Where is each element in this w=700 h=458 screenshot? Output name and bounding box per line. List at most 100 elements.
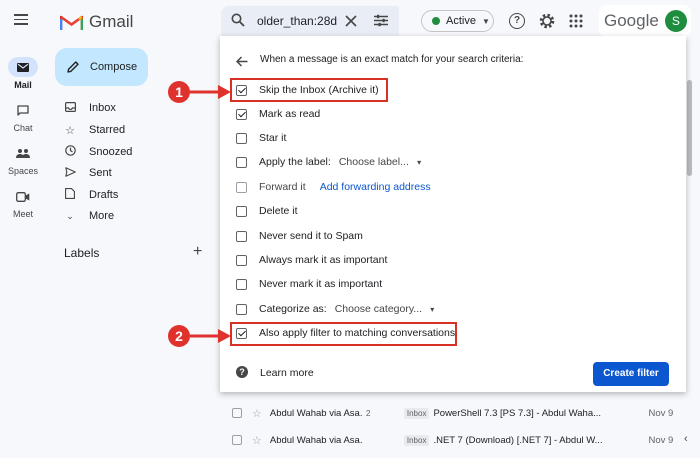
sidebar-item-snoozed[interactable]: Snoozed xyxy=(62,142,132,162)
search-input[interactable]: older_than:28d xyxy=(257,14,337,28)
option-mark-read[interactable]: Mark as read xyxy=(236,105,320,123)
avatar: S xyxy=(664,10,687,32)
never-important-checkbox[interactable] xyxy=(236,278,247,290)
email-tag: Inbox xyxy=(403,407,430,419)
email-tag: Inbox xyxy=(403,434,430,446)
row-checkbox[interactable] xyxy=(232,408,242,418)
search-bar[interactable]: older_than:28d xyxy=(221,6,399,37)
draft-icon xyxy=(62,188,78,202)
email-date: Nov 9 xyxy=(648,407,674,419)
delete-checkbox[interactable] xyxy=(236,205,247,217)
status-button[interactable]: Active ▼ xyxy=(421,10,494,32)
always-important-checkbox[interactable] xyxy=(236,254,247,266)
rail-item-label: Chat xyxy=(13,123,33,133)
option-label: Star it xyxy=(259,132,287,144)
sidebar-item-sent[interactable]: Sent xyxy=(62,163,112,183)
rail-item-meet[interactable]: Meet xyxy=(0,186,46,219)
option-categorize[interactable]: Categorize as: Choose category... xyxy=(236,300,434,318)
rail-item-label: Spaces xyxy=(7,166,39,176)
sidebar-item-label: Starred xyxy=(89,124,126,136)
search-icon[interactable] xyxy=(231,13,245,27)
email-date: Nov 9 xyxy=(648,434,674,446)
option-label: Forward it xyxy=(259,181,306,193)
option-label: Always mark it as important xyxy=(259,254,388,266)
option-never-important[interactable]: Never mark it as important xyxy=(236,275,382,293)
option-star-it[interactable]: Star it xyxy=(236,129,286,147)
option-label: Delete it xyxy=(259,205,298,217)
sidebar-item-more[interactable]: ⌄ More xyxy=(62,206,114,226)
status-label: Active xyxy=(446,15,476,27)
row-checkbox[interactable] xyxy=(232,435,242,445)
sidebar-item-drafts[interactable]: Drafts xyxy=(62,185,118,205)
sidebar-item-starred[interactable]: ☆ Starred xyxy=(62,120,125,140)
rail-item-spaces[interactable]: Spaces xyxy=(0,143,46,176)
mail-icon xyxy=(8,57,38,77)
scrollbar-thumb[interactable] xyxy=(687,80,692,176)
row-star-icon[interactable]: ☆ xyxy=(252,434,262,447)
clear-search-icon[interactable] xyxy=(345,14,357,27)
email-subject: PowerShell 7.3 [PS 7.3] - Abdul Waha... xyxy=(433,407,602,419)
option-label: Categorize as: xyxy=(259,303,327,315)
sidebar-item-inbox[interactable]: Inbox xyxy=(62,98,116,118)
help-circle-icon: ? xyxy=(236,366,248,378)
never-spam-checkbox[interactable] xyxy=(236,230,247,242)
google-logo: Google xyxy=(604,11,659,30)
apps-grid-icon[interactable] xyxy=(569,14,583,28)
labels-title: Labels xyxy=(64,246,100,260)
option-apply-label[interactable]: Apply the label: Choose label... xyxy=(236,153,421,171)
apply-label-checkbox[interactable] xyxy=(236,156,247,168)
rail-item-chat[interactable]: Chat xyxy=(0,100,46,133)
category-dropdown[interactable]: Choose category... xyxy=(335,303,435,315)
chat-icon xyxy=(8,100,38,120)
spaces-icon xyxy=(8,143,38,163)
row-star-icon[interactable]: ☆ xyxy=(252,407,262,420)
highlight-box-apply-matching xyxy=(230,322,457,346)
option-delete[interactable]: Delete it xyxy=(236,202,298,220)
gmail-logo[interactable]: Gmail xyxy=(60,11,133,33)
dialog-header-text: When a message is an exact match for you… xyxy=(260,54,524,65)
search-options-icon[interactable] xyxy=(374,14,388,27)
option-label: Never mark it as important xyxy=(259,278,383,290)
email-subject: .NET 7 (Download) [.NET 7] - Abdul W... xyxy=(433,434,603,446)
create-filter-button[interactable]: Create filter xyxy=(593,362,669,386)
side-panel-toggle-icon[interactable]: ‹ xyxy=(684,433,688,445)
star-it-checkbox[interactable] xyxy=(236,132,247,144)
email-thread-count: 2 xyxy=(365,408,371,418)
help-icon[interactable]: ? xyxy=(509,13,525,29)
gear-icon[interactable] xyxy=(538,12,556,30)
hamburger-icon xyxy=(14,13,28,25)
highlight-box-skip-inbox xyxy=(230,78,388,102)
option-forward[interactable]: Forward it Add forwarding address xyxy=(236,178,431,196)
email-sender: Abdul Wahab via Asa. xyxy=(269,434,363,446)
add-label-icon[interactable]: + xyxy=(193,243,202,261)
gmail-m-icon xyxy=(60,15,83,30)
categorize-checkbox[interactable] xyxy=(236,303,247,315)
rail-item-label: Mail xyxy=(14,80,32,90)
callout-marker-1: 1 xyxy=(168,81,190,103)
email-row[interactable]: ☆ Abdul Wahab via Asa. Inbox .NET 7 (Dow… xyxy=(222,429,686,451)
add-forwarding-link[interactable]: Add forwarding address xyxy=(320,181,431,193)
clock-icon xyxy=(62,145,78,159)
option-never-spam[interactable]: Never send it to Spam xyxy=(236,227,363,245)
option-label: Mark as read xyxy=(259,108,321,120)
sidebar-item-label: Drafts xyxy=(89,189,119,201)
pencil-icon xyxy=(67,61,79,73)
send-icon xyxy=(62,166,78,180)
sidebar-item-label: Inbox xyxy=(89,102,116,114)
sidebar-item-label: Sent xyxy=(89,167,112,179)
email-row[interactable]: ☆ Abdul Wahab via Asa. 2 Inbox PowerShel… xyxy=(222,402,686,424)
email-sender: Abdul Wahab via Asa. xyxy=(269,407,363,419)
option-label: Apply the label: xyxy=(259,156,331,168)
label-dropdown[interactable]: Choose label... xyxy=(339,156,421,168)
compose-label: Compose xyxy=(90,61,138,73)
main-menu-button[interactable] xyxy=(14,13,32,27)
compose-button[interactable]: Compose xyxy=(55,48,148,86)
mark-read-checkbox[interactable] xyxy=(236,108,247,120)
callout-arrow-icon xyxy=(190,329,231,343)
rail-item-mail[interactable]: Mail xyxy=(0,57,46,90)
account-chip[interactable]: Google S xyxy=(599,5,691,37)
learn-more-link[interactable]: Learn more xyxy=(260,367,314,379)
back-arrow-icon[interactable] xyxy=(235,54,248,67)
forward-checkbox[interactable] xyxy=(236,181,247,193)
option-always-important[interactable]: Always mark it as important xyxy=(236,251,387,269)
